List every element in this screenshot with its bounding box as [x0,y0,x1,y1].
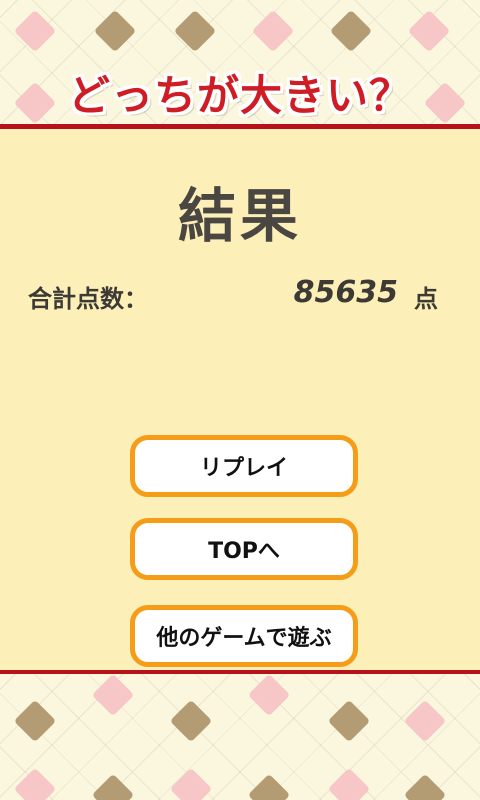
more-games-button[interactable]: 他のゲームで遊ぶ [130,605,358,667]
total-score-label: 合計点数： [28,285,148,313]
pattern-diamond [91,773,135,800]
result-panel: 結果 合計点数： 85635 点 リプレイ TOPへ 他のゲームで遊ぶ [0,124,480,675]
score-unit: 点 [414,285,438,313]
pattern-diamond [251,9,295,53]
pattern-diamond [13,699,57,743]
pattern-diamond [247,674,291,717]
replay-button[interactable]: リプレイ [130,435,358,497]
bottom-pattern-background [0,674,480,800]
pattern-diamond [169,699,213,743]
app-title: どっちが大きい？ [67,71,412,120]
pattern-diamond [329,9,373,53]
pattern-diamond [247,773,291,800]
pattern-diamond [13,9,57,53]
pattern-diamond [327,699,371,743]
pattern-diamond [403,773,447,800]
result-heading: 結果 [177,182,302,250]
pattern-diamond [169,767,213,800]
pattern-diamond [327,767,371,800]
top-button[interactable]: TOPへ [130,518,358,580]
pattern-diamond [403,699,447,743]
total-score-value: 85635 [293,275,398,310]
pattern-diamond [13,767,57,800]
pattern-diamond [91,674,135,717]
pattern-diamond [407,9,451,53]
pattern-diamond [93,9,137,53]
title-banner: どっちが大きい？ [0,62,480,123]
score-row: 合計点数： 85635 点 [28,275,438,313]
pattern-diamond [173,9,217,53]
